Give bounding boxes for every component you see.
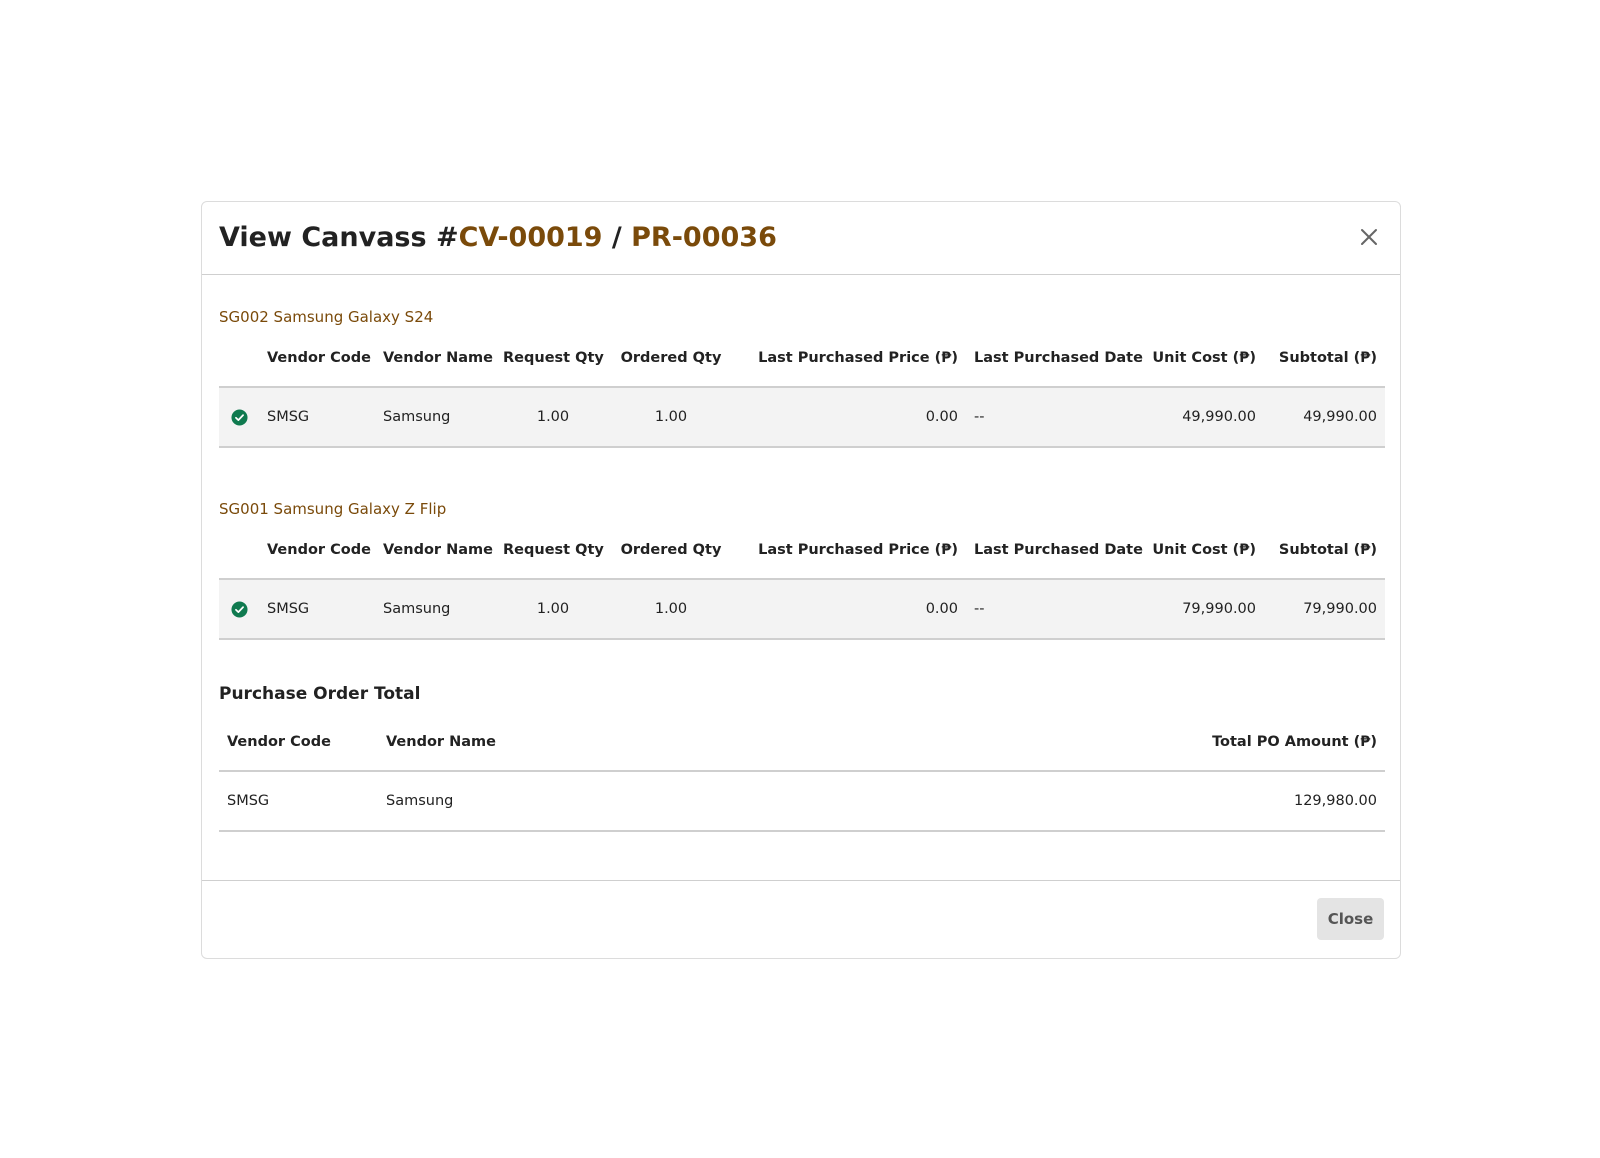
col-vendor-code: Vendor Code xyxy=(219,714,378,772)
dialog-footer: Close xyxy=(202,880,1400,958)
request-qty-cell: 1.00 xyxy=(495,387,611,448)
vendor-name-cell: Samsung xyxy=(375,579,495,640)
check-circle-icon xyxy=(230,408,248,426)
dialog-close-x-button[interactable] xyxy=(1352,220,1386,254)
col-unit-cost: Unit Cost (₱) xyxy=(1136,330,1264,388)
ordered-qty-cell: 1.00 xyxy=(611,387,731,448)
col-last-purchased-date: Last Purchased Date xyxy=(966,330,1143,388)
col-request-qty: Request Qty xyxy=(495,330,611,388)
item-title: SG001 Samsung Galaxy Z Flip xyxy=(219,500,447,518)
col-total-po-amount: Total PO Amount (₱) xyxy=(1058,714,1385,772)
table-header-row: Vendor Code Vendor Name Request Qty Orde… xyxy=(219,522,1385,580)
subtotal-cell: 79,990.00 xyxy=(1264,579,1385,640)
title-prefix: View Canvass # xyxy=(219,222,459,253)
col-last-purchased-price: Last Purchased Price (₱) xyxy=(731,330,966,388)
col-vendor-code: Vendor Code xyxy=(259,330,375,388)
last-purchased-date-cell: -- xyxy=(966,387,1136,448)
col-unit-cost: Unit Cost (₱) xyxy=(1136,522,1264,580)
table-row[interactable]: SMSG Samsung 1.00 1.00 0.00 -- 49,990.00… xyxy=(219,387,1385,448)
col-ordered-qty: Ordered Qty xyxy=(611,330,731,388)
title-separator: / xyxy=(602,222,632,253)
total-po-amount-cell: 129,980.00 xyxy=(1058,771,1385,832)
table-header-row: Vendor Code Vendor Name Request Qty Orde… xyxy=(219,330,1385,388)
vendor-name-cell: Samsung xyxy=(375,387,495,448)
col-vendor-name: Vendor Name xyxy=(375,330,495,388)
vendor-code-cell: SMSG xyxy=(259,387,375,448)
item-vendor-table: Vendor Code Vendor Name Request Qty Orde… xyxy=(219,522,1385,640)
col-request-qty: Request Qty xyxy=(495,522,611,580)
table-row: SMSG Samsung 129,980.00 xyxy=(219,771,1385,832)
unit-cost-cell: 49,990.00 xyxy=(1136,387,1264,448)
item-vendor-table: Vendor Code Vendor Name Request Qty Orde… xyxy=(219,330,1385,448)
col-last-purchased-date: Last Purchased Date xyxy=(966,522,1143,580)
dialog-title: View Canvass #CV-00019 / PR-00036 xyxy=(219,220,777,256)
close-icon xyxy=(1361,229,1377,245)
unit-cost-cell: 79,990.00 xyxy=(1136,579,1264,640)
table-row[interactable]: SMSG Samsung 1.00 1.00 0.00 -- 79,990.00… xyxy=(219,579,1385,640)
selected-cell xyxy=(219,579,259,640)
col-vendor-name: Vendor Name xyxy=(375,522,495,580)
close-button[interactable]: Close xyxy=(1317,898,1384,940)
col-subtotal: Subtotal (₱) xyxy=(1264,330,1385,388)
view-canvass-dialog: View Canvass #CV-00019 / PR-00036 SG002 … xyxy=(201,201,1401,959)
table-header-row: Vendor Code Vendor Name Total PO Amount … xyxy=(219,714,1385,772)
canvass-number: CV-00019 xyxy=(458,222,603,253)
dialog-header: View Canvass #CV-00019 / PR-00036 xyxy=(202,202,1400,275)
col-vendor-name: Vendor Name xyxy=(378,714,1058,772)
po-total-table: Vendor Code Vendor Name Total PO Amount … xyxy=(219,714,1385,832)
vendor-name-cell: Samsung xyxy=(378,771,1058,832)
col-subtotal: Subtotal (₱) xyxy=(1264,522,1385,580)
select-column-header xyxy=(219,330,259,388)
ordered-qty-cell: 1.00 xyxy=(611,579,731,640)
last-purchased-date-cell: -- xyxy=(966,579,1136,640)
po-total-heading: Purchase Order Total xyxy=(219,684,421,704)
col-vendor-code: Vendor Code xyxy=(259,522,375,580)
subtotal-cell: 49,990.00 xyxy=(1264,387,1385,448)
select-column-header xyxy=(219,522,259,580)
last-purchased-price-cell: 0.00 xyxy=(731,387,966,448)
vendor-code-cell: SMSG xyxy=(259,579,375,640)
selected-cell xyxy=(219,387,259,448)
item-title: SG002 Samsung Galaxy S24 xyxy=(219,308,434,326)
check-circle-icon xyxy=(230,600,248,618)
last-purchased-price-cell: 0.00 xyxy=(731,579,966,640)
request-qty-cell: 1.00 xyxy=(495,579,611,640)
pr-number: PR-00036 xyxy=(631,222,777,253)
col-ordered-qty: Ordered Qty xyxy=(611,522,731,580)
col-last-purchased-price: Last Purchased Price (₱) xyxy=(731,522,966,580)
vendor-code-cell: SMSG xyxy=(219,771,378,832)
